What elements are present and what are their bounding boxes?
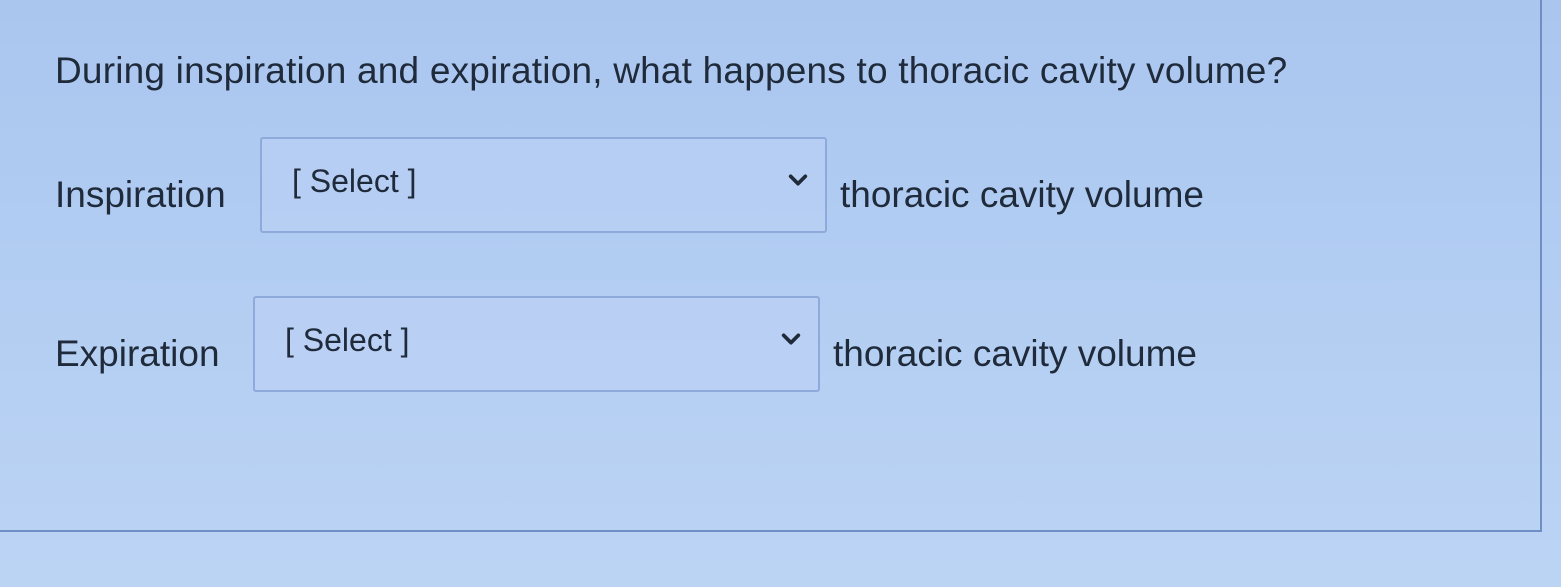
- chevron-down-icon: [788, 174, 808, 186]
- question-card: During inspiration and expiration, what …: [0, 0, 1542, 532]
- question-text: During inspiration and expiration, what …: [55, 50, 1288, 91]
- expiration-label: Expiration: [55, 333, 220, 374]
- chevron-down-icon: [781, 333, 801, 345]
- expiration-select-value: [ Select ]: [285, 322, 410, 358]
- inspiration-suffix: thoracic cavity volume: [840, 174, 1204, 215]
- inspiration-label: Inspiration: [55, 174, 226, 215]
- inspiration-select[interactable]: [ Select ]: [260, 137, 827, 233]
- expiration-select[interactable]: [ Select ]: [253, 296, 820, 392]
- expiration-suffix: thoracic cavity volume: [833, 333, 1197, 374]
- inspiration-select-value: [ Select ]: [292, 163, 417, 199]
